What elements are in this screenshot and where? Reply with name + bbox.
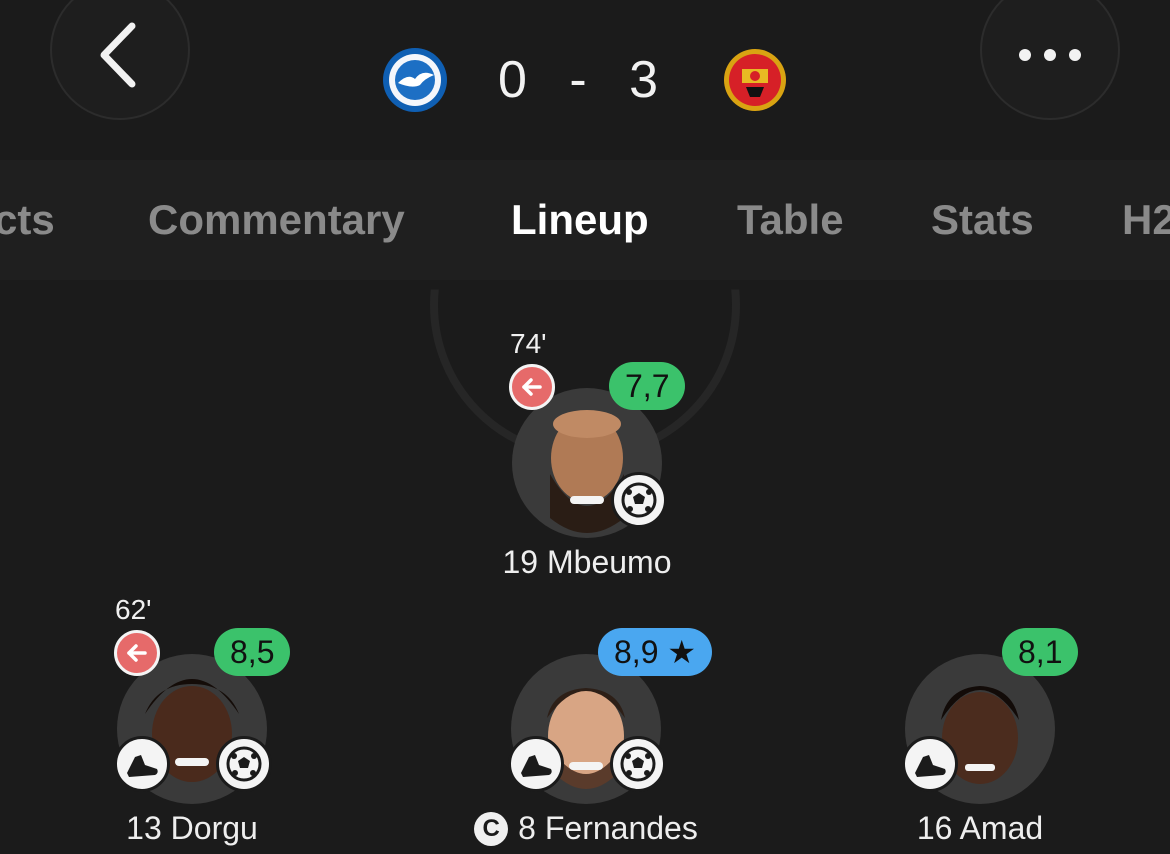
rating-badge: 8,5: [214, 628, 291, 676]
captain-badge: C: [474, 812, 509, 846]
rating-badge-top-rated: 8,9 ★: [598, 628, 713, 676]
player-name: 16 Amad: [916, 810, 1044, 846]
player-name: 13 Dorgu: [126, 810, 258, 846]
match-score: 0 - 3: [497, 51, 673, 109]
brighton-crest-icon[interactable]: [382, 47, 448, 113]
tab-stats[interactable]: Stats: [931, 196, 1034, 244]
goal-icon: [610, 736, 666, 792]
tab-facts[interactable]: cts: [0, 196, 55, 244]
goal-icon: [216, 736, 272, 792]
tab-commentary[interactable]: Commentary: [148, 196, 405, 244]
chevron-left-icon: [100, 22, 136, 88]
man-united-crest-icon[interactable]: [722, 47, 788, 113]
rating-badge: 7,7: [609, 362, 686, 410]
sub-out-icon: [509, 364, 555, 410]
rating-badge: 8,1: [1002, 628, 1079, 676]
tab-h2h[interactable]: H2: [1122, 196, 1170, 244]
more-dots-icon: [1019, 49, 1081, 61]
player-name-row: C 8 Fernandes: [436, 810, 736, 847]
more-options-button[interactable]: [980, 0, 1120, 120]
assist-boot-icon: [114, 736, 170, 792]
player-name: 8 Fernandes: [518, 810, 698, 846]
assist-boot-icon: [902, 736, 958, 792]
tab-lineup[interactable]: Lineup: [511, 196, 649, 244]
tab-table[interactable]: Table: [737, 196, 844, 244]
assist-boot-icon: [508, 736, 564, 792]
player-card-mbeumo[interactable]: 74' 7,7 19 Mbeumo: [437, 328, 737, 580]
sub-minute: 62': [115, 594, 152, 625]
player-card-fernandes[interactable]: 8,9 ★ C 8 Fernandes: [436, 594, 736, 847]
player-card-amad[interactable]: 8,1 16 Amad: [830, 594, 1130, 846]
sub-minute: 74': [510, 328, 547, 359]
goal-icon: [611, 472, 667, 528]
sub-out-icon: [114, 630, 160, 676]
player-name: 19 Mbeumo: [502, 544, 672, 580]
match-lineup-screen: 0 - 3 cts Commentary Lineup Table Stats …: [0, 0, 1170, 854]
tab-bar: cts Commentary Lineup Table Stats H2: [0, 160, 1170, 280]
player-card-dorgu[interactable]: 62' 8,5 13 Dorgu: [42, 594, 342, 846]
back-button[interactable]: [50, 0, 190, 120]
